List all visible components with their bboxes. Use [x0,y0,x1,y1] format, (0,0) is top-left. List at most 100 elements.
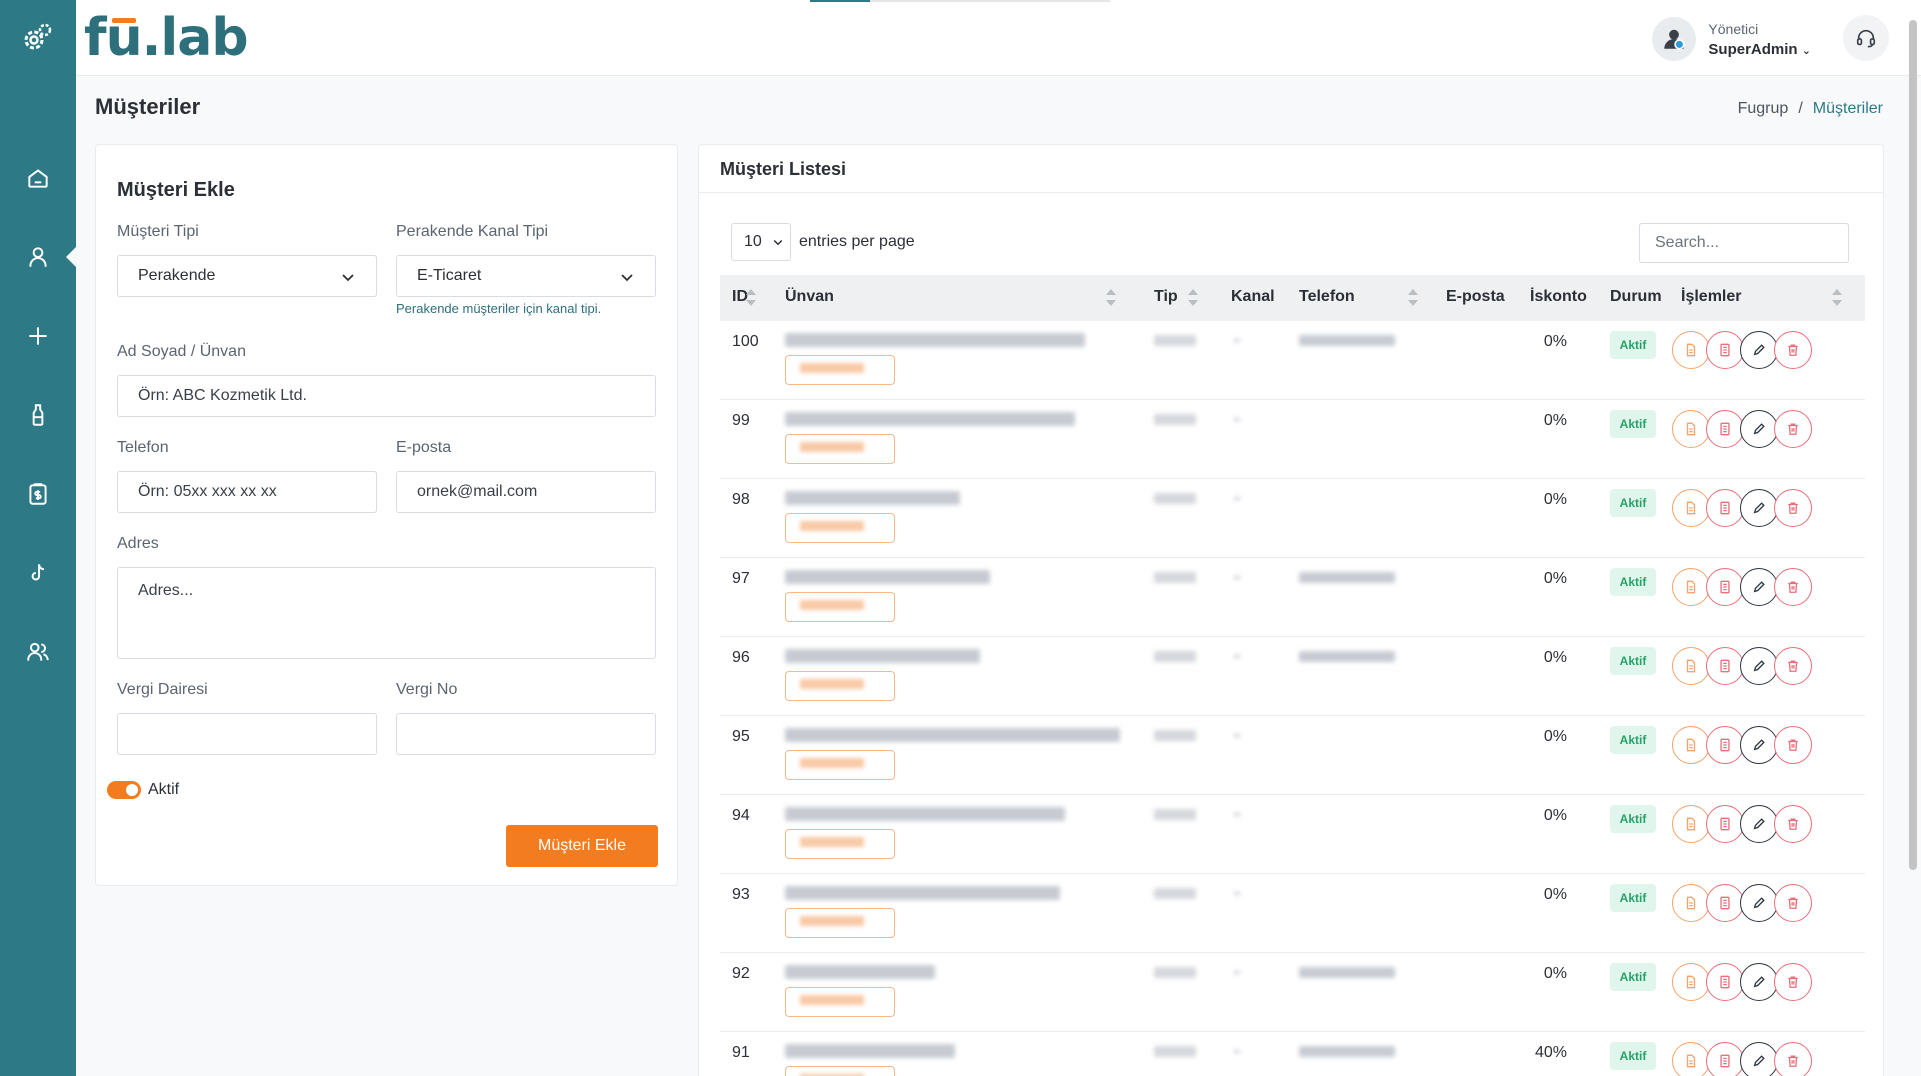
col-status[interactable]: Durum [1610,288,1662,306]
delete-button[interactable] [1774,489,1812,527]
delete-button[interactable] [1774,647,1812,685]
edit-button[interactable] [1740,726,1778,764]
support-button[interactable] [1843,15,1889,61]
invoice-button[interactable] [1706,410,1744,448]
invoice-button[interactable] [1706,1042,1744,1076]
edit-button[interactable] [1740,884,1778,922]
balance-tag-redacted[interactable] [785,513,895,543]
sidebar-item-home[interactable] [0,156,76,200]
balance-tag-redacted[interactable] [785,434,895,464]
delete-button[interactable] [1774,331,1812,369]
invoice-button[interactable] [1706,331,1744,369]
document-button[interactable] [1672,726,1710,764]
page-scrollbar[interactable] [1909,20,1917,870]
edit-button[interactable] [1740,568,1778,606]
delete-button[interactable] [1774,884,1812,922]
sort-icon[interactable] [1188,289,1198,309]
cell-title-redacted[interactable] [785,807,1065,821]
edit-button[interactable] [1740,410,1778,448]
edit-button[interactable] [1740,963,1778,1001]
edit-button[interactable] [1740,1042,1778,1076]
email-input[interactable]: ornek@mail.com [396,471,656,513]
balance-tag-redacted[interactable] [785,750,895,780]
invoice-button[interactable] [1706,963,1744,1001]
gear-logo-icon[interactable] [22,22,54,54]
edit-button[interactable] [1740,647,1778,685]
balance-tag-redacted[interactable] [785,671,895,701]
document-button[interactable] [1672,410,1710,448]
cell-id: 98 [732,491,750,508]
document-button[interactable] [1672,489,1710,527]
invoice-button[interactable] [1706,647,1744,685]
active-toggle[interactable] [107,781,141,799]
sort-icon[interactable] [1106,289,1116,309]
delete-button[interactable] [1774,568,1812,606]
name-input[interactable]: Örn: ABC Kozmetik Ltd. [117,375,656,417]
document-button[interactable] [1672,647,1710,685]
cell-title-redacted[interactable] [785,570,990,584]
address-textarea[interactable]: Adres... [117,567,656,659]
invoice-button[interactable] [1706,726,1744,764]
sidebar-item-tiktok[interactable] [0,551,76,595]
col-channel[interactable]: Kanal [1231,288,1275,306]
col-type[interactable]: Tip [1154,288,1178,306]
search-input[interactable]: Search... [1639,223,1849,263]
delete-button[interactable] [1774,1042,1812,1076]
sidebar-item-customers[interactable] [0,235,76,279]
document-button[interactable] [1672,805,1710,843]
tax-office-label: Vergi Dairesi [117,681,208,698]
sort-icon[interactable] [1408,289,1418,309]
cell-title-redacted[interactable] [785,1044,955,1058]
tax-office-input[interactable] [117,713,377,755]
cell-title-redacted[interactable] [785,965,935,979]
cell-type-redacted [1154,651,1196,662]
tax-no-input[interactable] [396,713,656,755]
sidebar-item-finance[interactable] [0,472,76,516]
sort-icon[interactable] [746,289,756,309]
balance-tag-redacted[interactable] [785,355,895,385]
edit-button[interactable] [1740,331,1778,369]
edit-button[interactable] [1740,489,1778,527]
document-button[interactable] [1672,884,1710,922]
user-menu[interactable]: Yönetici SuperAdmin ⌄ [1652,16,1811,62]
cell-title-redacted[interactable] [785,333,1085,347]
sidebar-item-add[interactable] [0,314,76,358]
phone-input[interactable]: Örn: 05xx xxx xx xx [117,471,377,513]
cell-title-redacted[interactable] [785,491,960,505]
invoice-button[interactable] [1706,884,1744,922]
col-email[interactable]: E-posta [1446,288,1505,306]
delete-button[interactable] [1774,726,1812,764]
add-customer-button[interactable]: Müşteri Ekle [506,825,658,867]
cell-title-redacted[interactable] [785,649,980,663]
entries-select[interactable]: 10 [731,223,791,261]
sort-icon[interactable] [1832,289,1842,309]
channel-type-select[interactable]: E-Ticaret [396,255,656,297]
invoice-button[interactable] [1706,805,1744,843]
cell-title-redacted[interactable] [785,728,1120,742]
sidebar-item-products[interactable] [0,393,76,437]
col-phone[interactable]: Telefon [1299,288,1355,306]
balance-tag-redacted[interactable] [785,592,895,622]
delete-button[interactable] [1774,410,1812,448]
delete-button[interactable] [1774,805,1812,843]
edit-button[interactable] [1740,805,1778,843]
invoice-button[interactable] [1706,489,1744,527]
balance-tag-redacted[interactable] [785,829,895,859]
breadcrumb-root[interactable]: Fugrup [1738,100,1789,118]
balance-tag-redacted[interactable] [785,987,895,1017]
col-discount[interactable]: İskonto [1530,288,1587,306]
document-button[interactable] [1672,1042,1710,1076]
document-button[interactable] [1672,331,1710,369]
document-button[interactable] [1672,568,1710,606]
cell-title-redacted[interactable] [785,886,1060,900]
cell-title-redacted[interactable] [785,412,1075,426]
balance-tag-redacted[interactable] [785,908,895,938]
balance-tag-redacted[interactable] [785,1066,895,1076]
col-title[interactable]: Ünvan [785,288,834,306]
customer-type-select[interactable]: Perakende [117,255,377,297]
document-button[interactable] [1672,963,1710,1001]
brand-logo[interactable]: fu.lab [84,8,249,68]
sidebar-item-users[interactable] [0,630,76,674]
invoice-button[interactable] [1706,568,1744,606]
delete-button[interactable] [1774,963,1812,1001]
